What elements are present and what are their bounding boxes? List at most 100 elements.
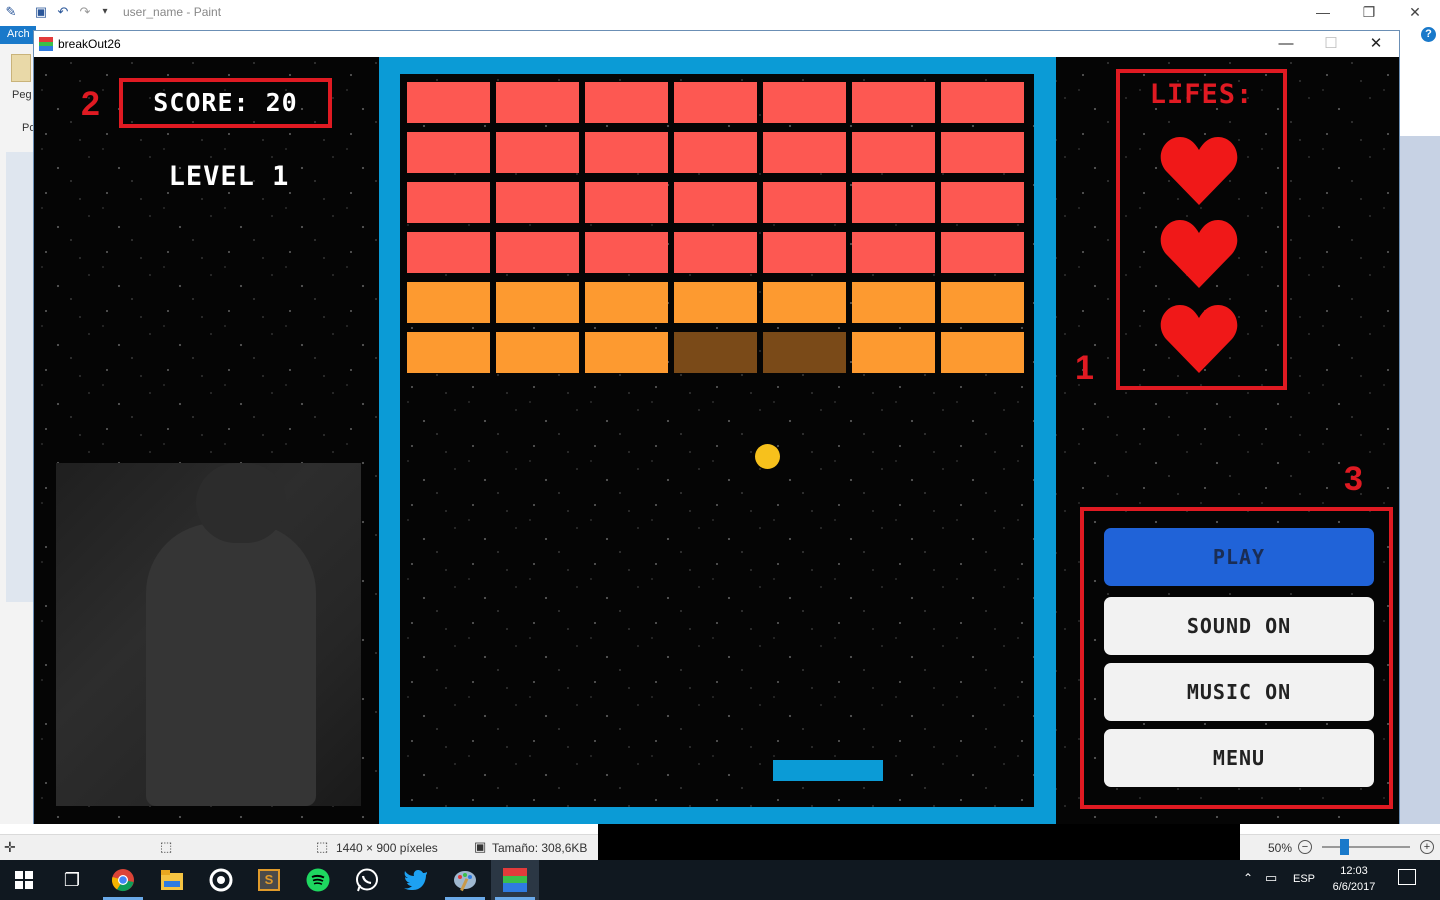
brick-orange bbox=[496, 282, 579, 323]
brick-red bbox=[852, 182, 935, 223]
webcam-head bbox=[196, 463, 286, 543]
media-icon[interactable] bbox=[209, 868, 233, 892]
brick-orange bbox=[763, 282, 846, 323]
game-minimize-button[interactable]: — bbox=[1266, 34, 1306, 54]
quick-access-dropdown-icon[interactable]: ▾ bbox=[98, 5, 112, 19]
sublime-icon[interactable]: S bbox=[258, 869, 280, 891]
brick-red bbox=[674, 182, 757, 223]
task-view-icon[interactable]: ❐ bbox=[60, 868, 84, 892]
zoom-out-button[interactable]: − bbox=[1298, 840, 1312, 854]
menu-button[interactable]: MENU bbox=[1104, 729, 1374, 787]
paste-label[interactable]: Peg bbox=[12, 89, 32, 101]
clock-date: 6/6/2017 bbox=[1332, 881, 1376, 893]
brick-red bbox=[852, 82, 935, 123]
brick-red bbox=[496, 132, 579, 173]
webcam-person bbox=[146, 523, 316, 806]
help-icon[interactable]: ? bbox=[1421, 27, 1436, 42]
brick-orange bbox=[941, 332, 1024, 373]
brick-red bbox=[585, 182, 668, 223]
game-window: breakOut26 — ☐ ✕ 2 SCORE: 20 LEVEL 1 LIF… bbox=[33, 30, 1400, 824]
zoom-in-button[interactable]: + bbox=[1420, 840, 1434, 854]
brick-red bbox=[941, 132, 1024, 173]
lives-label: LIFES: bbox=[1149, 79, 1254, 110]
game-maximize-button[interactable]: ☐ bbox=[1311, 34, 1351, 54]
game-area: 2 SCORE: 20 LEVEL 1 LIFES: 1 3 PLAY SOUN… bbox=[34, 57, 1399, 824]
brick-red bbox=[674, 82, 757, 123]
brick-red bbox=[674, 132, 757, 173]
brick-red bbox=[585, 232, 668, 273]
zoom-slider[interactable] bbox=[1322, 846, 1410, 848]
paddle[interactable] bbox=[773, 760, 883, 781]
brick-red bbox=[763, 182, 846, 223]
thumbnail-strip bbox=[6, 152, 34, 602]
ball bbox=[755, 444, 780, 469]
clock-time: 12:03 bbox=[1340, 865, 1368, 877]
brick-red bbox=[763, 82, 846, 123]
whatsapp-icon[interactable] bbox=[355, 868, 379, 892]
show-hidden-icons[interactable]: ⌃ bbox=[1243, 871, 1253, 885]
heart-icon bbox=[1160, 137, 1238, 205]
game-titlebar: breakOut26 — ☐ ✕ bbox=[34, 31, 1399, 57]
playfield[interactable] bbox=[400, 74, 1034, 807]
zoom-level: 50% bbox=[1268, 841, 1293, 855]
menu-buttons-box: PLAY SOUND ON MUSIC ON MENU bbox=[1080, 507, 1393, 809]
music-toggle-button[interactable]: MUSIC ON bbox=[1104, 663, 1374, 721]
heart-icon bbox=[1160, 220, 1238, 288]
taskbar-clock[interactable]: 12:03 6/6/2017 bbox=[1324, 863, 1384, 895]
brick-red bbox=[407, 82, 490, 123]
sound-toggle-button[interactable]: SOUND ON bbox=[1104, 597, 1374, 655]
windows-start-icon[interactable] bbox=[15, 871, 33, 889]
brick-red bbox=[496, 232, 579, 273]
language-indicator[interactable]: ESP bbox=[1293, 873, 1315, 885]
file-explorer-icon[interactable] bbox=[161, 870, 183, 890]
brick-orange bbox=[407, 332, 490, 373]
score-label: SCORE: 20 bbox=[153, 88, 298, 117]
zoom-slider-thumb[interactable] bbox=[1340, 839, 1349, 855]
brick-red bbox=[763, 232, 846, 273]
save-icon[interactable]: ▣ bbox=[34, 5, 48, 19]
brick-grid bbox=[407, 82, 1027, 373]
brick-red bbox=[852, 232, 935, 273]
brick-red bbox=[496, 82, 579, 123]
file-size-icon: ▣ bbox=[474, 839, 487, 854]
annotation-1: 1 bbox=[1075, 349, 1094, 387]
brick-red bbox=[407, 182, 490, 223]
undo-icon[interactable]: ↶ bbox=[56, 5, 70, 19]
lives-box: LIFES: bbox=[1116, 69, 1287, 390]
file-size: Tamaño: 308,6KB bbox=[492, 841, 588, 855]
brick-orange bbox=[674, 282, 757, 323]
paste-icon[interactable] bbox=[11, 54, 31, 82]
annotation-3: 3 bbox=[1344, 460, 1363, 498]
paint-icon[interactable] bbox=[453, 868, 477, 892]
twitter-icon[interactable] bbox=[404, 870, 428, 890]
paint-file-tab[interactable]: Arch bbox=[0, 26, 36, 44]
paint-minimize-button[interactable]: — bbox=[1300, 2, 1346, 22]
notification-center-icon[interactable] bbox=[1398, 869, 1416, 885]
chrome-icon[interactable] bbox=[111, 868, 135, 892]
spotify-icon[interactable] bbox=[306, 868, 330, 892]
annotation-2: 2 bbox=[81, 85, 100, 123]
game-window-title: breakOut26 bbox=[58, 37, 121, 51]
brick-orange bbox=[407, 282, 490, 323]
brick-red bbox=[407, 132, 490, 173]
paint-close-button[interactable]: ✕ bbox=[1392, 2, 1438, 22]
play-button[interactable]: PLAY bbox=[1104, 528, 1374, 586]
brick-damaged bbox=[763, 332, 846, 373]
heart-icon bbox=[1160, 305, 1238, 373]
redo-icon[interactable]: ↷ bbox=[78, 5, 92, 19]
brick-orange bbox=[585, 332, 668, 373]
game-close-button[interactable]: ✕ bbox=[1356, 34, 1396, 54]
brick-orange bbox=[585, 282, 668, 323]
breakout-taskbar-icon[interactable] bbox=[503, 868, 527, 892]
brick-red bbox=[407, 232, 490, 273]
paint-left-panel: Peg Po bbox=[0, 44, 35, 824]
brick-red bbox=[496, 182, 579, 223]
brick-orange bbox=[852, 282, 935, 323]
network-icon[interactable]: ▭ bbox=[1265, 870, 1277, 886]
paint-restore-button[interactable]: ❐ bbox=[1346, 2, 1392, 22]
image-dimensions: 1440 × 900 píxeles bbox=[336, 841, 438, 855]
brick-orange bbox=[852, 332, 935, 373]
selection-size-icon: ⬚ bbox=[160, 839, 173, 854]
brick-orange bbox=[496, 332, 579, 373]
image-size-icon: ⬚ bbox=[316, 839, 329, 854]
